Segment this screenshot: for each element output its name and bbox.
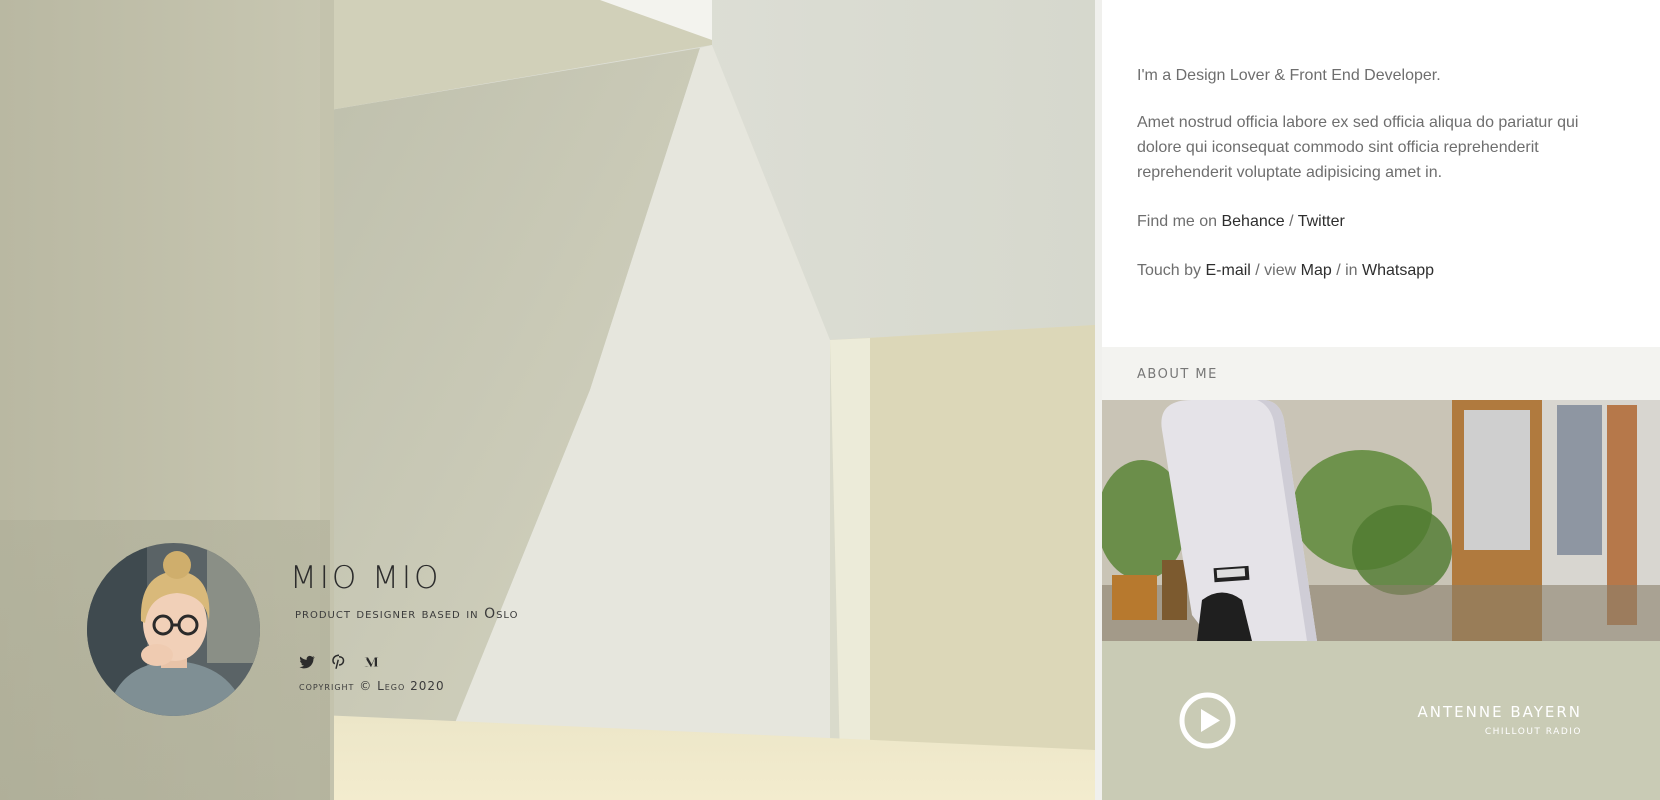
radio-player: Antenne Bayern Chillout radio xyxy=(1102,641,1660,800)
profile-avatar xyxy=(87,543,260,716)
find-me-prefix: Find me on xyxy=(1137,213,1222,230)
play-icon xyxy=(1179,692,1236,749)
intro-body: Amet nostrud officia labore ex sed offic… xyxy=(1137,114,1579,181)
play-button[interactable] xyxy=(1179,692,1236,749)
profile-tagline: product designer based in Oslo xyxy=(295,606,519,622)
medium-icon[interactable] xyxy=(362,653,380,671)
panel-divider xyxy=(1095,0,1102,800)
profile-name: MIO MIO xyxy=(290,560,442,596)
twitter-icon[interactable] xyxy=(298,653,316,671)
station-name: Antenne Bayern xyxy=(1417,703,1582,721)
map-link[interactable]: Map xyxy=(1301,262,1332,279)
view-text: / view xyxy=(1250,262,1301,279)
right-panel: I'm a Design Lover & Front End Developer… xyxy=(1102,0,1660,800)
contact-line: Touch by E-mail / view Map / in Whatsapp xyxy=(1137,258,1607,283)
link-separator: / xyxy=(1284,213,1298,230)
email-link[interactable]: E-mail xyxy=(1205,262,1250,279)
hero-section: MIO MIO product designer based in Oslo c… xyxy=(0,0,1095,800)
social-links xyxy=(298,653,380,671)
station-subtitle: Chillout radio xyxy=(1484,727,1582,737)
copyright-text: copyright © Lego 2020 xyxy=(299,679,445,693)
intro-card: I'm a Design Lover & Front End Developer… xyxy=(1102,0,1660,347)
find-me-line: Find me on Behance / Twitter xyxy=(1137,209,1607,234)
about-title: About me xyxy=(1137,367,1218,382)
whatsapp-link[interactable]: Whatsapp xyxy=(1362,262,1434,279)
intro-headline: I'm a Design Lover & Front End Developer… xyxy=(1137,67,1441,84)
about-photo xyxy=(1102,400,1660,641)
station-info: Antenne Bayern Chillout radio xyxy=(1418,703,1582,737)
twitter-link[interactable]: Twitter xyxy=(1298,213,1345,230)
behance-link[interactable]: Behance xyxy=(1221,213,1284,230)
pinterest-icon[interactable] xyxy=(330,653,348,671)
touch-prefix: Touch by xyxy=(1137,262,1206,279)
in-text: / in xyxy=(1331,262,1362,279)
